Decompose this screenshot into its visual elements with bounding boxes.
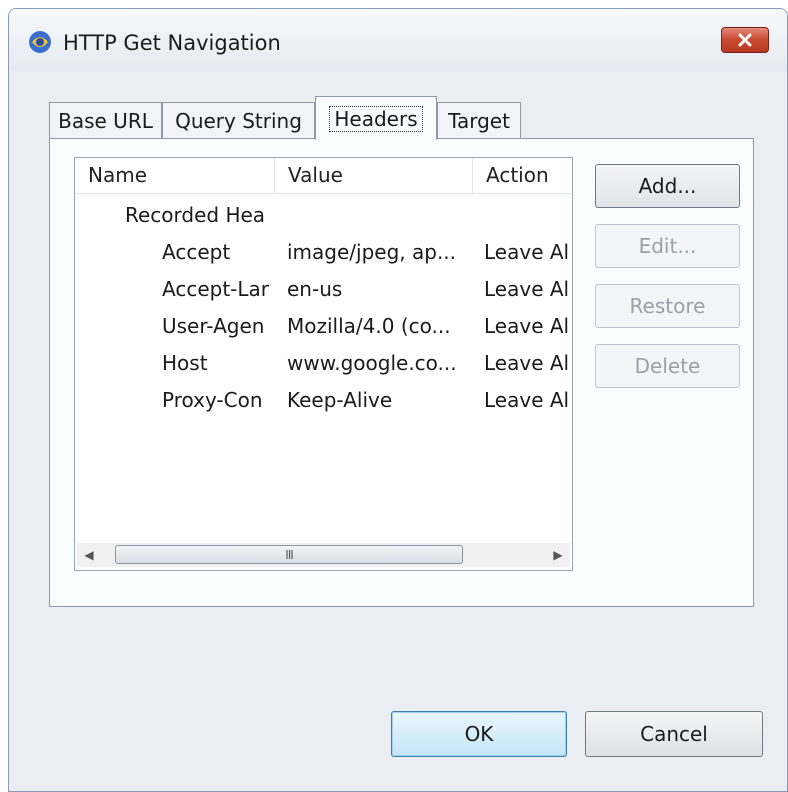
table-row[interactable]: Accept-Lar en-us Leave Al [75,271,572,308]
row-name: Host [162,351,208,375]
table-row[interactable]: Proxy-Con Keep-Alive Leave Al [75,382,572,419]
tab-label: Headers [329,105,423,132]
headers-tab-panel: Name Value Action Recorded Hea Accept im… [49,138,754,607]
table-row[interactable]: Accept image/jpeg, ap... Leave Al [75,234,572,271]
scroll-left-button[interactable]: ◀ [77,543,101,567]
chevron-right-icon: ▶ [553,548,563,562]
group-label: Recorded Hea [125,203,266,227]
horizontal-scrollbar[interactable]: ◀ III ▶ [77,543,570,567]
edit-button[interactable]: Edit... [595,224,740,268]
add-button[interactable]: Add... [595,164,740,208]
row-value: Mozilla/4.0 (co... [287,314,451,338]
row-action: Leave Al [484,351,570,375]
title-bar[interactable]: HTTP Get Navigation [9,9,787,71]
row-name: Proxy-Con [162,388,263,412]
table-row[interactable]: Host www.google.co... Leave Al [75,345,572,382]
headers-list[interactable]: Name Value Action Recorded Hea Accept im… [74,157,573,571]
ok-button[interactable]: OK [391,711,567,757]
row-name: User-Agen [162,314,265,338]
tab-base-url[interactable]: Base URL [49,102,162,139]
chevron-left-icon: ◀ [84,548,94,562]
table-row[interactable]: User-Agen Mozilla/4.0 (co... Leave Al [75,308,572,345]
tab-label: Target [448,109,510,133]
cancel-button[interactable]: Cancel [585,711,763,757]
app-icon [29,31,51,53]
tree-group-row[interactable]: Recorded Hea [75,197,572,234]
list-header: Name Value Action [75,158,572,194]
dialog-client-area: Base URL Query String Headers Target Nam… [9,71,787,791]
tab-headers[interactable]: Headers [315,96,437,140]
row-value: image/jpeg, ap... [287,240,457,264]
tab-label: Base URL [58,109,153,133]
scroll-thumb[interactable]: III [115,545,463,564]
column-header-action[interactable]: Action [473,158,572,193]
scroll-grip: III [285,547,294,562]
row-value: www.google.co... [287,351,457,375]
tab-label: Query String [175,109,302,133]
tab-query-string[interactable]: Query String [162,102,315,139]
tab-target[interactable]: Target [437,102,521,139]
column-header-name[interactable]: Name [75,158,275,193]
row-action: Leave Al [484,240,570,264]
row-action: Leave Al [484,314,570,338]
row-value: en-us [287,277,343,301]
close-icon [738,33,752,47]
delete-button[interactable]: Delete [595,344,740,388]
row-action: Leave Al [484,277,570,301]
dialog-window: HTTP Get Navigation Base URL Query Strin… [8,8,788,792]
restore-button[interactable]: Restore [595,284,740,328]
row-name: Accept [162,240,231,264]
column-header-value[interactable]: Value [275,158,473,193]
row-name: Accept-Lar [162,277,270,301]
close-button[interactable] [721,27,769,53]
row-value: Keep-Alive [287,388,393,412]
row-action: Leave Al [484,388,570,412]
window-title: HTTP Get Navigation [63,31,281,55]
scroll-right-button[interactable]: ▶ [546,543,570,567]
